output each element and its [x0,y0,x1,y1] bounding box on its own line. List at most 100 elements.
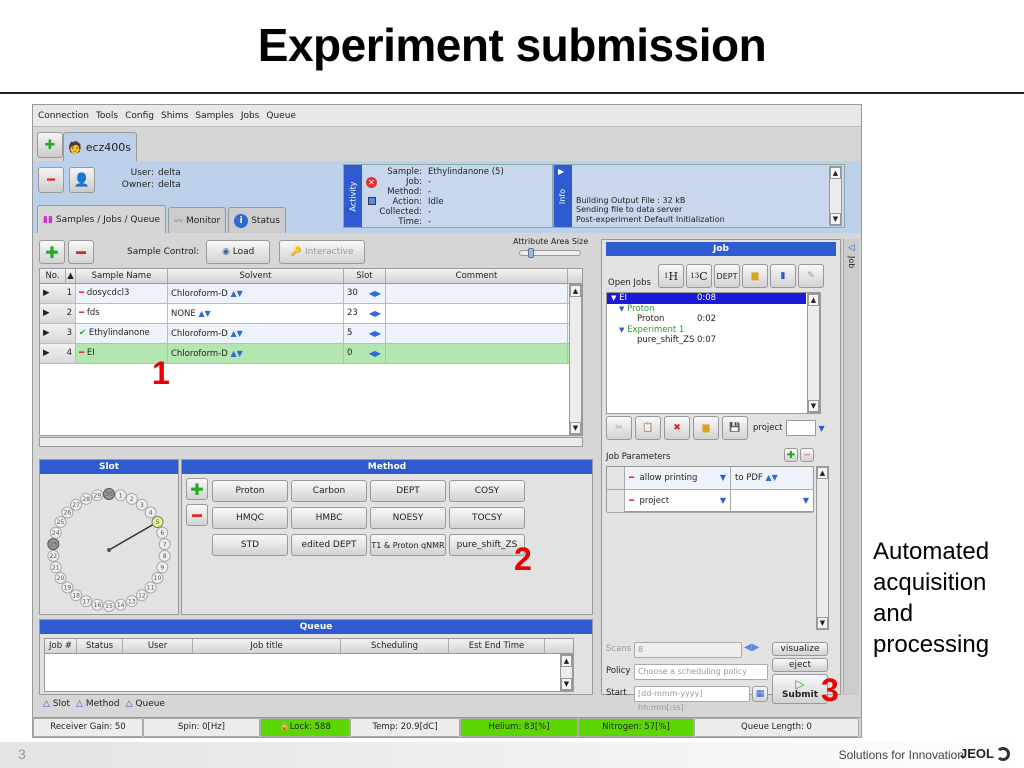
method-button-hmqc[interactable]: HMQC [212,507,288,529]
slot-stepper-icon[interactable]: ◀▶ [369,324,381,343]
open-job-button[interactable]: ▆ [693,416,719,440]
tab-status[interactable]: i Status [228,207,286,233]
col-slot[interactable]: Slot [344,269,386,283]
row-expander[interactable]: ▶ 1 [40,284,76,303]
slot-cell[interactable]: 5 ◀▶ [344,324,386,343]
slot-29[interactable]: 29 [91,489,104,502]
menu-connection[interactable]: Connection [38,111,89,121]
param-row-handle[interactable] [607,467,625,489]
scans-input[interactable]: 8 [634,642,742,658]
tab-samples-jobs-queue[interactable]: ▮▮ Samples / Jobs / Queue [37,205,166,233]
param-name-cell[interactable]: ━ allow printing ▼ [625,467,731,489]
solvent-cell[interactable]: Chloroform-D ▲▼ [168,284,344,303]
chevron-down-icon[interactable]: ▼ [720,467,726,489]
table-row[interactable]: ▶ 3 ✔ Ethylindanone Chloroform-D ▲▼ 5 ◀▶ [40,324,582,344]
method-button-t1-proton-qnmr[interactable]: T1 & Proton qNMR [370,534,446,556]
tree-expand-icon[interactable]: ▼ [611,294,616,302]
comment-cell[interactable] [386,284,568,303]
slot-17[interactable]: 17 [80,595,93,608]
slot-10[interactable]: 10 [151,572,164,584]
spinner-icon[interactable]: ▲▼ [231,289,243,298]
solvent-cell[interactable]: Chloroform-D ▲▼ [168,344,344,363]
tree-expand-icon[interactable]: ▼ [619,305,624,313]
job-tree-vscroll[interactable]: ▲ ▼ [807,293,820,413]
proton-job-button[interactable]: 1H [658,264,684,288]
samples-hscroll[interactable] [39,437,583,447]
comment-cell[interactable] [386,344,568,363]
menu-queue[interactable]: Queue [266,111,296,121]
save-job-button[interactable]: 💾 [722,416,748,440]
spinner-icon[interactable]: ▲▼ [231,329,243,338]
row-expander[interactable]: ▶ 3 [40,324,76,343]
col-status[interactable]: Status [77,639,123,653]
slot-22[interactable]: 22 [47,549,60,562]
spinner-icon[interactable]: ▲▼ [231,349,243,358]
table-row[interactable]: ▶ 2 ━ fds NONE ▲▼ 23 ◀▶ [40,304,582,324]
spinner-icon[interactable]: ▲▼ [198,309,210,318]
attribute-area-slider[interactable] [519,248,581,258]
menu-tools[interactable]: Tools [96,111,118,121]
interactive-button[interactable]: 🔑 Interactive [279,240,366,264]
add-param-button[interactable]: ✚ [784,448,798,462]
submit-button[interactable]: ▷ Submit [772,674,828,704]
slot-stepper-icon[interactable]: ◀▶ [369,284,381,303]
tab-ecz400s[interactable]: 🧑 ecz400s [63,132,137,162]
method-button-proton[interactable]: Proton [212,480,288,502]
slot-28[interactable]: 28 [80,492,93,505]
activity-strip[interactable]: Activity [344,165,362,227]
method-button-std[interactable]: STD [212,534,288,556]
sort-icon[interactable]: ▲ [66,269,76,283]
tree-expand-icon[interactable]: ▼ [619,326,624,334]
col-job-title[interactable]: Job title [193,639,341,653]
param-value-cell[interactable]: ▼ [731,490,813,512]
sample-changer-wheel[interactable]: 1234567891011121314151617181920212223242… [40,474,178,614]
toggle-method[interactable]: △ Method [76,699,120,709]
slot-12[interactable]: 12 [135,589,148,602]
slot-cell[interactable]: 0 ◀▶ [344,344,386,363]
add-method-button[interactable]: ✚ [186,478,208,500]
menu-config[interactable]: Config [125,111,154,121]
sample-tube-button[interactable]: ▮ [770,264,796,288]
col-scheduling[interactable]: Scheduling [341,639,449,653]
comment-cell[interactable] [386,304,568,323]
param-row-handle[interactable] [607,490,625,512]
job-tree-node[interactable]: ▼ Proton [607,304,820,315]
slot-14[interactable]: 14 [114,598,127,611]
delete-job-button[interactable]: ✖ [664,416,690,440]
col-job-number[interactable]: Job # [45,639,77,653]
slot-7[interactable]: 7 [158,538,171,551]
slot-6[interactable]: 6 [156,526,169,539]
carbon-job-button[interactable]: 13 C [686,264,712,288]
job-param-row[interactable]: ━ project ▼ ▼ [607,490,813,513]
solvent-cell[interactable]: Chloroform-D ▲▼ [168,324,344,343]
job-tree-node[interactable]: ▼ Experiment 1 [607,325,820,336]
slot-4[interactable]: 4 [144,506,157,519]
slot-19[interactable]: 19 [61,581,74,594]
col-sample-name[interactable]: Sample Name [76,269,168,283]
row-expander[interactable]: ▶ 4 [40,344,76,363]
method-button-noesy[interactable]: NOESY [370,507,446,529]
paste-button[interactable]: 📋 [635,416,661,440]
slot-13[interactable]: 13 [125,595,138,608]
job-tree-node[interactable]: Proton 0:02 [607,314,820,325]
row-expander[interactable]: ▶ 2 [40,304,76,323]
method-button-tocsy[interactable]: TOCSY [449,507,525,529]
params-vscroll[interactable]: ▲ ▼ [816,466,829,630]
chevron-down-icon[interactable]: ▼ [819,424,825,433]
open-folder-button[interactable]: ▆ [742,264,768,288]
job-param-row[interactable]: ━ allow printing ▼ to PDF ▲▼ [607,467,813,490]
slot-15[interactable]: 15 [103,600,115,612]
slot-cell[interactable]: 23 ◀▶ [344,304,386,323]
sample-name-cell[interactable]: ✔ Ethylindanone [76,324,168,343]
param-name-cell[interactable]: ━ project ▼ [625,490,731,512]
slot-26[interactable]: 26 [61,506,74,519]
slot-1[interactable]: 1 [114,489,127,502]
col-comment[interactable]: Comment [386,269,568,283]
slot-23[interactable]: 23 [47,538,60,551]
tab-monitor[interactable]: 〰 Monitor [167,207,227,233]
minus-icon[interactable]: ━ [629,496,634,506]
sample-name-cell[interactable]: ━ dosycdcl3 [76,284,168,303]
job-tree-node[interactable]: pure_shift_ZS 0:07 [607,335,820,346]
method-button-cosy[interactable]: COSY [449,480,525,502]
table-row[interactable]: ▶ 1 ━ dosycdcl3 Chloroform-D ▲▼ 30 ◀▶ [40,284,582,304]
